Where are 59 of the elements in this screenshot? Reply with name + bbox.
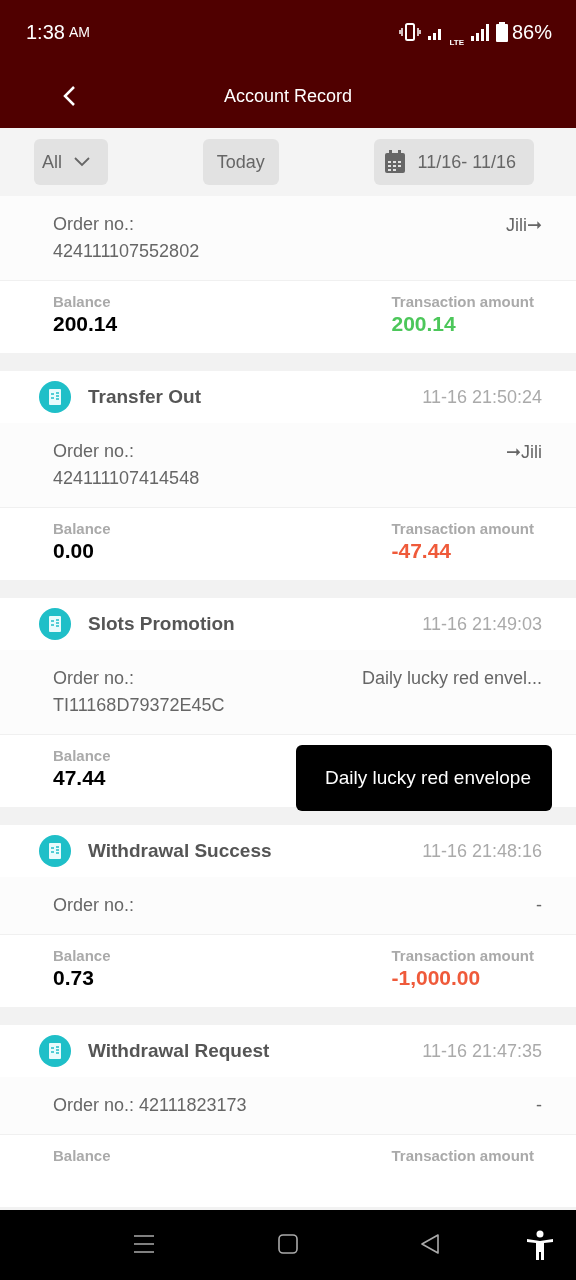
record-time: 11-16 21:50:24 — [422, 386, 542, 408]
amount-label: Transaction amount — [391, 520, 534, 537]
battery-level: 86% — [511, 20, 552, 44]
amount-value: 200.14 — [391, 312, 457, 336]
order-label: Order no.: — [53, 441, 136, 462]
network-type: LTE — [449, 37, 464, 47]
record-time: 11-16 21:49:03 — [422, 613, 542, 635]
balance-value: 0.00 — [53, 539, 95, 563]
back-icon[interactable] — [420, 1233, 440, 1255]
balance-label: Balance — [53, 520, 111, 537]
record-target: - — [536, 895, 542, 916]
date-range-button[interactable]: 11/16- 11/16 — [373, 139, 534, 185]
record-title: Transfer Out — [88, 386, 202, 408]
record-time: 11-16 21:47:35 — [422, 1040, 542, 1062]
balance-label: Balance — [53, 947, 111, 964]
record-target: ➞Jili — [505, 441, 542, 463]
receipt-icon — [38, 380, 72, 414]
order-label: Order no.: 42111823173 — [53, 1095, 247, 1116]
receipt-icon — [38, 834, 72, 868]
amount-value: -47.44 — [391, 539, 452, 563]
calendar-icon — [383, 150, 406, 174]
amount-label: Transaction amount — [391, 1147, 534, 1164]
order-number: TI11168D79372E45C — [53, 695, 225, 716]
page-title: Account Record — [223, 85, 353, 107]
battery-icon — [495, 22, 508, 42]
home-icon[interactable] — [278, 1233, 298, 1255]
menu-icon[interactable] — [134, 1233, 154, 1255]
balance-value: 47.44 — [53, 766, 107, 790]
receipt-icon — [38, 1034, 72, 1068]
clock: 1:38 — [26, 20, 65, 44]
amount-label: Transaction amount — [391, 947, 534, 964]
tooltip: Daily lucky red envelope — [296, 745, 552, 811]
amount-value: -1,000.00 — [391, 966, 482, 990]
balance-label: Balance — [53, 293, 112, 310]
balance-label: Balance — [53, 1147, 111, 1164]
receipt-icon — [38, 607, 72, 641]
amount-label: Transaction amount — [391, 293, 534, 310]
record-target: Jili➞ — [505, 214, 542, 236]
record-title: Withdrawal Success — [88, 840, 273, 862]
order-label: Order no.: — [53, 668, 136, 689]
order-label: Order no.: — [53, 895, 135, 916]
period-button[interactable]: Today — [202, 139, 279, 185]
balance-value: 0.73 — [53, 966, 95, 990]
order-label: Order no.: — [53, 214, 136, 235]
record-title: Withdrawal Request — [88, 1040, 271, 1062]
clock-meridiem: AM — [68, 24, 90, 40]
balance-label: Balance — [53, 747, 111, 764]
balance-value: 200.14 — [53, 312, 118, 336]
order-number: 424111107552802 — [53, 241, 200, 262]
record-title: Slots Promotion — [88, 613, 236, 635]
signal-icon — [469, 23, 490, 41]
chevron-down-icon — [74, 157, 90, 167]
record-time: 11-16 21:48:16 — [422, 840, 542, 862]
vibrate-icon — [399, 23, 422, 41]
accessibility-icon[interactable] — [526, 1230, 554, 1260]
order-number: 424111107414548 — [53, 468, 200, 489]
type-dropdown[interactable]: All — [34, 139, 108, 185]
record-target: Daily lucky red envel... — [361, 668, 542, 689]
record-target: - — [536, 1095, 542, 1116]
